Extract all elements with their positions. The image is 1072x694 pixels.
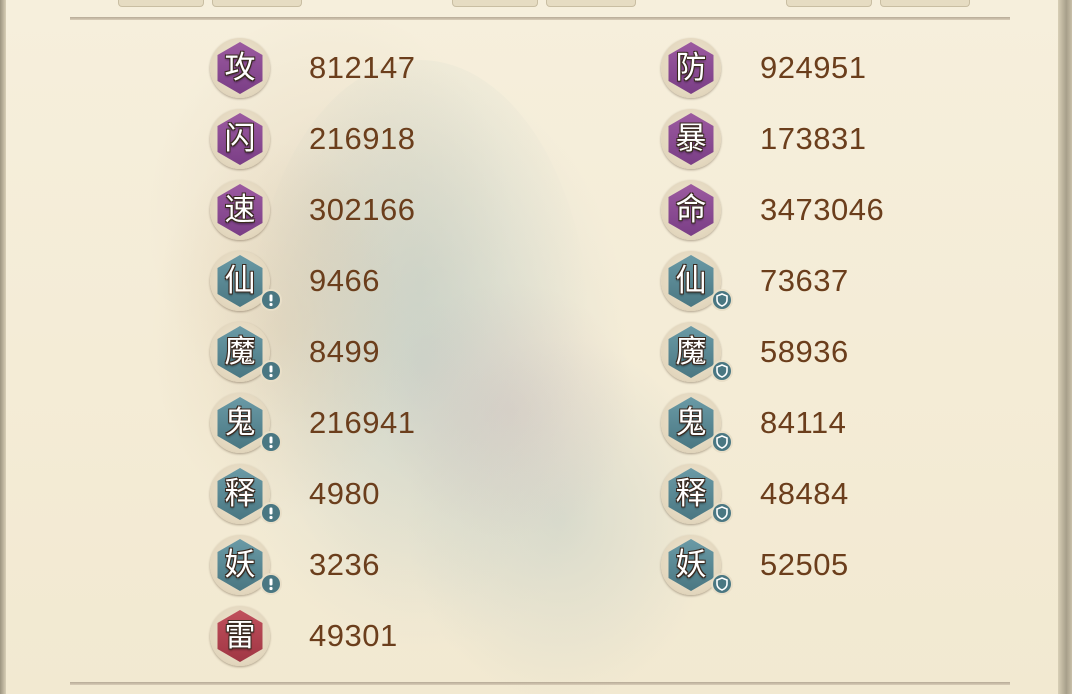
tab-stub[interactable] <box>212 0 302 7</box>
tab-stub[interactable] <box>546 0 636 7</box>
shield-icon <box>711 502 733 524</box>
stat-glyph: 闪 <box>224 121 256 157</box>
stat-row-immortal-defense: 仙 73637 <box>661 251 1061 313</box>
shield-icon <box>711 431 733 453</box>
shield-icon <box>711 289 733 311</box>
stat-value: 216918 <box>309 121 416 156</box>
bottom-divider <box>70 682 1010 685</box>
stat-row-ghost-attack: 鬼 216941 <box>210 393 610 455</box>
stat-value: 302166 <box>309 192 416 227</box>
stat-row-monster-attack: 妖 3236 <box>210 535 610 597</box>
stat-value: 58936 <box>760 334 849 369</box>
exclamation-icon <box>260 289 282 311</box>
exclamation-icon <box>260 431 282 453</box>
stat-row-monster-defense: 妖 52505 <box>661 535 1061 597</box>
tab-stub[interactable] <box>786 0 872 7</box>
stat-row-health: 命 3473046 <box>661 180 1061 242</box>
exclamation-icon <box>260 573 282 595</box>
stat-glyph: 攻 <box>224 50 256 86</box>
shield-icon <box>711 573 733 595</box>
tab-stub[interactable] <box>880 0 970 7</box>
stat-value: 52505 <box>760 547 849 582</box>
exclamation-icon <box>260 360 282 382</box>
tab-stub[interactable] <box>452 0 538 7</box>
top-divider <box>70 17 1010 20</box>
stat-value: 73637 <box>760 263 849 298</box>
stat-row-ghost-defense: 鬼 84114 <box>661 393 1061 455</box>
tab-stub[interactable] <box>118 0 204 7</box>
stat-value: 4980 <box>309 476 380 511</box>
stat-row-critical: 暴 173831 <box>661 109 1061 171</box>
stat-value: 48484 <box>760 476 849 511</box>
stat-value: 812147 <box>309 50 416 85</box>
stat-value: 3236 <box>309 547 380 582</box>
stat-row-speed: 速 302166 <box>210 180 610 242</box>
stat-row-demon-attack: 魔 8499 <box>210 322 610 384</box>
stat-glyph: 命 <box>675 192 707 228</box>
stat-glyph: 速 <box>224 192 256 228</box>
window-frame-left <box>0 0 6 694</box>
stat-glyph: 暴 <box>675 121 707 157</box>
stat-value: 84114 <box>760 405 847 440</box>
stat-row-buddha-attack: 释 4980 <box>210 464 610 526</box>
shield-icon <box>711 360 733 382</box>
stat-row-demon-defense: 魔 58936 <box>661 322 1061 384</box>
stat-value: 8499 <box>309 334 380 369</box>
stat-row-immortal-attack: 仙 9466 <box>210 251 610 313</box>
stat-value: 216941 <box>309 405 416 440</box>
stat-value: 3473046 <box>760 192 885 227</box>
stat-value: 9466 <box>309 263 380 298</box>
stat-value: 49301 <box>309 618 398 653</box>
stat-row-thunder: 雷 49301 <box>210 606 610 668</box>
stat-row-dodge: 闪 216918 <box>210 109 610 171</box>
stat-row-attack: 攻 812147 <box>210 38 610 100</box>
stat-row-defense: 防 924951 <box>661 38 1061 100</box>
stat-value: 924951 <box>760 50 867 85</box>
exclamation-icon <box>260 502 282 524</box>
stat-glyph: 防 <box>675 50 707 86</box>
stat-glyph: 雷 <box>224 618 256 654</box>
stat-value: 173831 <box>760 121 867 156</box>
stat-row-buddha-defense: 释 48484 <box>661 464 1061 526</box>
